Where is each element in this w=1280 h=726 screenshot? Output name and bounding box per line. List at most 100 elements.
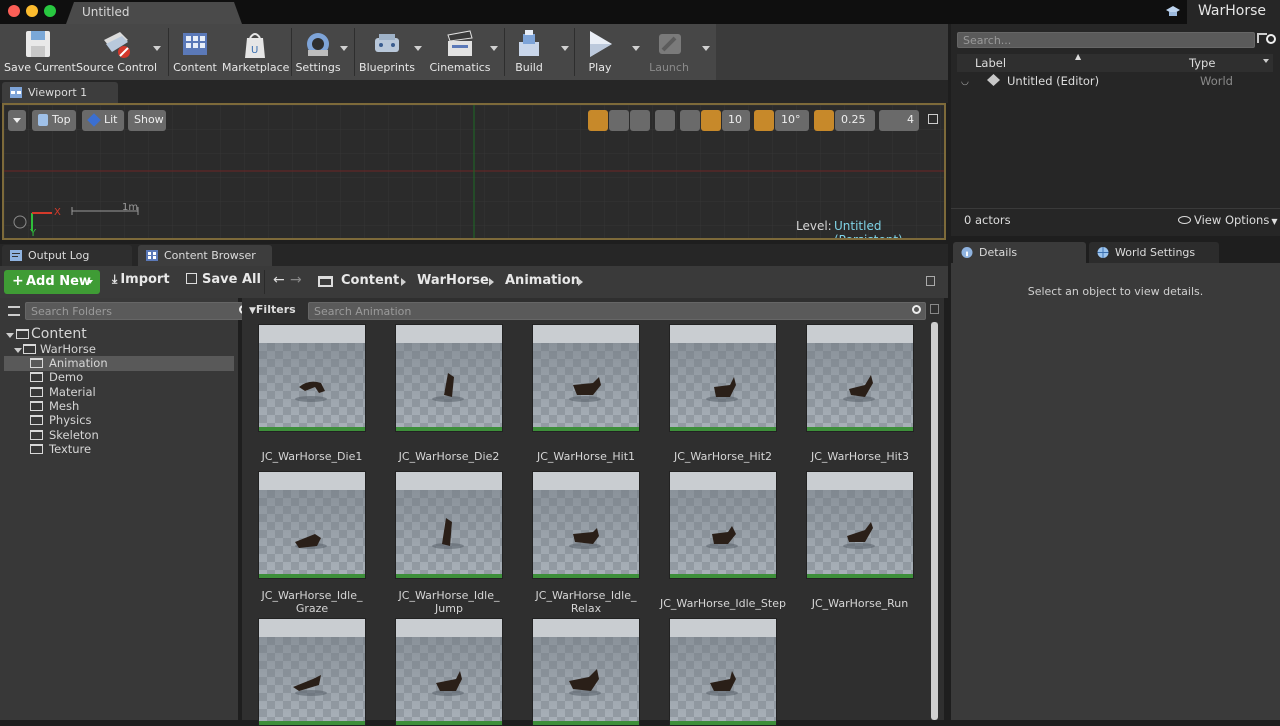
breadcrumb-separator-icon[interactable]	[578, 278, 583, 286]
breadcrumb-content[interactable]: Content	[341, 273, 399, 288]
lighting-mode-button[interactable]: Lit	[82, 110, 124, 131]
launch-button[interactable]: Launch	[646, 24, 692, 80]
scale-mode-icon[interactable]	[630, 110, 650, 131]
view-mode-button[interactable]: Top	[32, 110, 76, 131]
outliner-settings-icon[interactable]	[1257, 33, 1267, 43]
filters-button[interactable]: ▼Filters	[249, 303, 296, 316]
save-current-button[interactable]: Save Current	[4, 24, 76, 80]
source-control-button[interactable]: Source Control	[76, 24, 157, 80]
tab-viewport-1[interactable]: Viewport 1	[2, 82, 118, 103]
level-viewport[interactable]: 1m X Y Top Lit Show 10 10° 0.25 4 Level:…	[2, 103, 946, 240]
asset-thumbnail[interactable]	[258, 618, 366, 726]
folder-search-input[interactable]: Search Folders	[25, 302, 253, 320]
asset-thumbnail[interactable]	[806, 324, 914, 432]
outliner-search-input[interactable]: Search...	[957, 32, 1276, 48]
content-button[interactable]: Content	[172, 24, 218, 80]
source-control-dropdown-icon[interactable]	[153, 46, 161, 51]
asset-thumbnail[interactable]	[395, 618, 503, 726]
forward-arrow-icon[interactable]: →	[290, 272, 302, 288]
asset-name[interactable]: JC_WarHorse_Die1	[247, 450, 377, 463]
outliner-row[interactable]: ◡ Untitled (Editor) World	[957, 72, 1273, 90]
scale-snap-value[interactable]: 0.25	[835, 110, 875, 131]
column-label[interactable]: Label	[975, 56, 1006, 70]
folder-search-placeholder: Search Folders	[31, 305, 113, 318]
marketplace-button[interactable]: U Marketplace	[222, 24, 289, 80]
tab-details[interactable]: Details	[953, 242, 1086, 263]
toggle-sources-icon[interactable]	[8, 306, 20, 316]
surface-snap-icon[interactable]	[680, 110, 700, 131]
close-window-button[interactable]	[8, 5, 20, 17]
rotation-snap-value[interactable]: 10°	[775, 110, 809, 131]
cinematics-dropdown-icon[interactable]	[490, 46, 498, 51]
play-dropdown-icon[interactable]	[632, 46, 640, 51]
asset-scrollbar[interactable]	[931, 322, 938, 720]
save-all-button[interactable]: Save All	[186, 272, 261, 287]
asset-name[interactable]: JC_WarHorse_Idle_ Relax	[521, 589, 651, 615]
asset-scrollbar-thumb[interactable]	[931, 322, 938, 720]
show-button[interactable]: Show	[128, 110, 166, 131]
settings-dropdown-icon[interactable]	[340, 46, 348, 51]
blueprints-button[interactable]: Blueprints	[358, 24, 416, 80]
save-search-icon[interactable]	[930, 304, 939, 314]
visibility-eye-icon[interactable]: ◡	[961, 77, 969, 87]
build-button[interactable]: Build	[508, 24, 550, 80]
asset-name[interactable]: JC_WarHorse_Die2	[384, 450, 514, 463]
world-local-icon[interactable]	[655, 110, 675, 131]
breadcrumb-warhorse[interactable]: WarHorse	[417, 273, 489, 288]
tab-world-settings[interactable]: World Settings	[1089, 242, 1219, 263]
add-new-button[interactable]: + Add New	[4, 270, 100, 294]
build-dropdown-icon[interactable]	[561, 46, 569, 51]
column-type[interactable]: Type	[1189, 56, 1215, 70]
asset-thumbnail[interactable]	[532, 618, 640, 726]
asset-thumbnail[interactable]	[532, 324, 640, 432]
mortarboard-icon[interactable]	[1165, 4, 1181, 19]
breadcrumb-separator-icon[interactable]	[401, 278, 406, 286]
settings-button[interactable]: Settings	[294, 24, 342, 80]
back-arrow-icon[interactable]: ←	[273, 272, 285, 288]
blueprints-dropdown-icon[interactable]	[414, 46, 422, 51]
asset-name[interactable]: JC_WarHorse_Idle_ Jump	[384, 589, 514, 615]
asset-name[interactable]: JC_WarHorse_Idle_ Graze	[247, 589, 377, 615]
asset-name[interactable]: JC_WarHorse_Hit1	[521, 450, 651, 463]
asset-thumbnail[interactable]	[395, 324, 503, 432]
camera-speed-button[interactable]: 4	[879, 110, 919, 131]
import-button[interactable]: ⤓ Import	[112, 272, 170, 287]
tab-content-browser[interactable]: Content Browser	[138, 245, 272, 266]
asset-thumbnail[interactable]	[532, 471, 640, 579]
asset-thumbnail[interactable]	[806, 471, 914, 579]
asset-name[interactable]: JC_WarHorse_Hit3	[795, 450, 925, 463]
level-tab[interactable]: Untitled	[66, 2, 242, 24]
translate-mode-icon[interactable]	[588, 110, 608, 131]
asset-thumbnail[interactable]	[258, 471, 366, 579]
grid-snap-icon[interactable]	[701, 110, 721, 131]
view-options-button[interactable]: View Options ▼	[1178, 213, 1277, 227]
minimize-window-button[interactable]	[26, 5, 38, 17]
column-options-icon[interactable]	[1263, 59, 1269, 63]
asset-name[interactable]: JC_WarHorse_Run	[795, 597, 925, 610]
grid-snap-value[interactable]: 10	[722, 110, 750, 131]
breadcrumb-separator-icon[interactable]	[489, 278, 494, 286]
asset-thumbnail[interactable]	[669, 324, 777, 432]
maximize-window-button[interactable]	[44, 5, 56, 17]
asset-name[interactable]: JC_WarHorse_Idle_Step	[658, 597, 788, 610]
launch-dropdown-icon[interactable]	[702, 46, 710, 51]
scale-snap-icon[interactable]	[814, 110, 834, 131]
tab-output-log[interactable]: Output Log	[2, 245, 132, 266]
lock-icon[interactable]	[926, 276, 935, 286]
rotation-snap-icon[interactable]	[754, 110, 774, 131]
asset-thumbnail[interactable]	[669, 471, 777, 579]
asset-thumbnail[interactable]	[258, 324, 366, 432]
folder-warhorse[interactable]: WarHorse	[14, 342, 214, 356]
maximize-viewport-icon[interactable]	[928, 114, 938, 124]
details-panel: Select an object to view details.	[951, 263, 1280, 720]
asset-thumbnail[interactable]	[395, 471, 503, 579]
play-button[interactable]: Play	[578, 24, 622, 80]
rotate-mode-icon[interactable]	[609, 110, 629, 131]
asset-search-input[interactable]: Search Animation	[308, 302, 926, 320]
cinematics-button[interactable]: Cinematics	[426, 24, 494, 80]
asset-name[interactable]: JC_WarHorse_Hit2	[658, 450, 788, 463]
asset-thumbnail[interactable]	[669, 618, 777, 726]
launch-icon	[659, 34, 681, 54]
breadcrumb-animation[interactable]: Animation	[505, 273, 580, 288]
viewport-options-button[interactable]	[8, 110, 26, 131]
